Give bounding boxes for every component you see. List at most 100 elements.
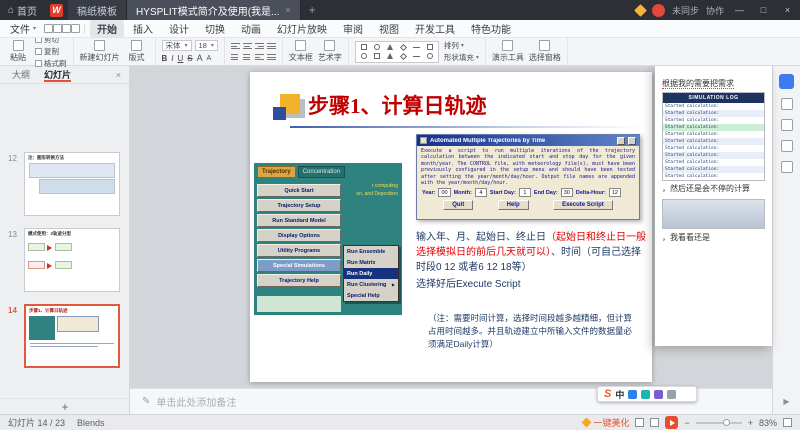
tab-insert[interactable]: 插入 [126,20,160,37]
paste-button[interactable]: 粘贴 [6,40,30,63]
new-tab-button[interactable]: + [301,3,324,17]
undo-icon[interactable] [62,24,71,33]
fit-window-icon[interactable] [783,418,792,427]
mic-icon[interactable] [628,390,637,399]
align-left-button[interactable] [231,42,240,50]
strikethrough-button[interactable]: S [187,54,192,63]
outline-tab[interactable]: 大纲 [12,68,30,81]
wordart-button[interactable]: 艺术字 [318,40,342,63]
tab-animation[interactable]: 动画 [234,20,268,37]
tab-transitions[interactable]: 切换 [198,20,232,37]
slide-thumbnail-13[interactable]: 模式使用：2轨迹分型 [24,228,120,292]
tab-current-doc[interactable]: HYSPLIT模式简介及使用(我是... × [127,0,301,20]
bullets-button[interactable] [231,53,240,61]
normal-view-icon[interactable] [635,418,644,427]
triangle-shape-icon[interactable] [387,44,393,50]
indent-button[interactable] [255,53,264,61]
underline-button[interactable]: U [178,54,184,63]
collapse-strip-icon[interactable]: ▶ [783,397,789,406]
arrange-button[interactable]: 排列▾ [444,40,479,51]
close-button[interactable]: × [779,0,796,20]
diamond-shape-icon[interactable] [400,43,407,50]
zoom-slider[interactable] [696,422,742,424]
font-name-select[interactable]: 宋体 ▾ [162,40,192,51]
user-avatar[interactable] [652,4,665,17]
add-slide-button[interactable]: + [0,398,130,414]
notes-placeholder[interactable]: 单击此处添加备注 [156,394,236,409]
bold-button[interactable]: B [162,54,168,63]
line2-shape-icon[interactable] [413,56,420,57]
slide-body-text[interactable]: 输入年、月、起始日、终止日（起始日和终止日一般选择模拟日的前后几天就可以）、时间… [416,230,648,292]
member-diamond-icon[interactable] [634,4,647,17]
sync-status[interactable]: 未同步 [672,4,699,17]
slide-title[interactable]: 步骤1、计算日轨迹 [308,90,487,120]
slide-14[interactable]: 步骤1、计算日轨迹 Trajectory Concentration r com… [250,72,652,382]
zoom-slider-knob[interactable] [723,419,730,426]
save-icon[interactable] [44,24,53,33]
redo-icon[interactable] [71,24,80,33]
shape-gallery[interactable] [355,41,439,63]
rect2-shape-icon[interactable] [374,53,380,59]
play-slideshow-button[interactable] [665,416,678,429]
slide-note-text[interactable]: （注：需要时间计算，选择时间段越多越精细，但计算占用时间越多。并且轨迹建立中所输… [428,312,640,352]
file-menu[interactable]: 文件 ▾ [0,21,44,36]
maximize-button[interactable]: □ [755,0,772,20]
tab-developer[interactable]: 开发工具 [408,20,462,37]
print-icon[interactable] [53,24,62,33]
minimize-button[interactable]: — [731,0,748,20]
properties-icon[interactable] [781,98,793,110]
shrink-font-button[interactable]: A [207,55,212,62]
wps-logo-icon[interactable]: W [50,4,63,17]
zoom-out-button[interactable]: − [684,418,689,428]
animation-pane-icon[interactable] [781,119,793,131]
comments-icon[interactable] [781,140,793,152]
selection-pane-button[interactable]: 选择窗格 [529,40,561,63]
slide-thumbnail-14-selected[interactable]: 步骤1、计算日轨迹 [24,304,120,368]
theme-name[interactable]: Blends [77,418,105,428]
assistant-app-icon[interactable] [779,74,794,89]
emoji-icon[interactable] [654,390,663,399]
home-tab[interactable]: ⌂ 首页 [0,0,45,20]
numbering-button[interactable] [243,53,252,61]
square-shape-icon[interactable] [427,44,433,50]
slide-thumbnail-12[interactable]: 注：图形转换方法 [24,152,120,216]
grow-font-button[interactable]: A [197,53,203,63]
align-right-button[interactable] [255,42,264,50]
ellipse-shape-icon[interactable] [374,44,380,50]
panel-close-icon[interactable]: × [116,70,121,80]
tab-home[interactable]: 开始 [90,20,124,37]
slide-sorter-icon[interactable] [650,418,659,427]
triangle2-shape-icon[interactable] [387,53,393,59]
circle2-shape-icon[interactable] [427,53,433,59]
slides-tab[interactable]: 幻灯片 [44,68,71,82]
layout-button[interactable]: 版式 [125,40,149,63]
zoom-level[interactable]: 83% [759,418,777,428]
tab-review[interactable]: 审阅 [336,20,370,37]
copy-button[interactable]: 复制 [35,46,67,57]
tab-slideshow[interactable]: 幻灯片放映 [270,20,334,37]
sogou-logo-icon[interactable]: S [604,388,611,400]
shape-fill-button[interactable]: 形状填充▾ [444,52,479,63]
beautify-button[interactable]: 一键美化 [583,416,629,429]
textbox-button[interactable]: 文本框 [289,40,313,63]
keyboard-icon[interactable] [641,390,650,399]
tab-view[interactable]: 视图 [372,20,406,37]
line-shape-icon[interactable] [413,47,420,48]
italic-button[interactable]: I [171,54,173,63]
tab-design[interactable]: 设计 [162,20,196,37]
justify-button[interactable] [267,42,276,50]
rectangle-shape-icon[interactable] [361,44,367,50]
format-painter-button[interactable]: 格式刷 [35,58,67,69]
chinese-mode-icon[interactable]: 中 [615,388,624,401]
tab-template-doc[interactable]: 稿纸模板 [68,0,127,20]
new-slide-button[interactable]: 新建幻灯片 [80,40,120,63]
zoom-in-button[interactable]: + [748,418,753,428]
align-center-button[interactable] [243,42,252,50]
line-spacing-button[interactable] [267,53,276,61]
resources-icon[interactable] [781,161,793,173]
circle-shape-icon[interactable] [361,53,367,59]
toolbox-icon[interactable] [667,390,676,399]
presentation-tools-button[interactable]: 演示工具 [492,40,524,63]
tab-features[interactable]: 特色功能 [464,20,518,37]
diamond2-shape-icon[interactable] [400,52,407,59]
